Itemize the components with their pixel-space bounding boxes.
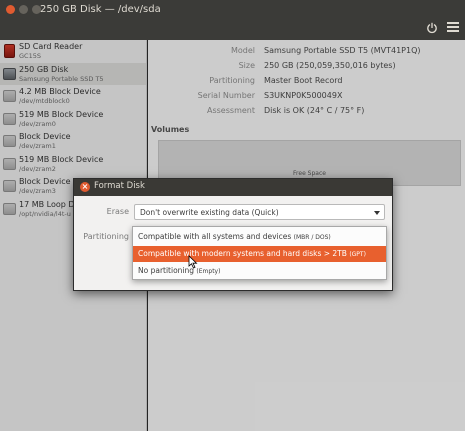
option-hint: (GPT) xyxy=(349,251,366,258)
option-label: Compatible with all systems and devices xyxy=(138,232,292,241)
option-hint: (MBR / DOS) xyxy=(293,234,331,241)
option-mbr-dos[interactable]: Compatible with all systems and devices … xyxy=(133,229,386,245)
chevron-down-icon xyxy=(374,211,380,215)
window-controls xyxy=(6,5,41,14)
erase-dropdown[interactable]: Don't overwrite existing data (Quick) xyxy=(134,204,385,220)
dialog-title-bar: × Format Disk xyxy=(74,179,392,196)
window-title: 250 GB Disk — /dev/sda xyxy=(40,4,161,15)
partitioning-dropdown-menu: Compatible with all systems and devices … xyxy=(132,226,387,280)
option-hint: (Empty) xyxy=(196,268,221,275)
dialog-close-button[interactable]: × xyxy=(80,182,90,192)
window-minimize-button[interactable] xyxy=(19,5,28,14)
erase-label: Erase xyxy=(106,207,129,216)
mouse-pointer-icon xyxy=(188,255,198,269)
option-label: No partitioning xyxy=(138,266,195,275)
erase-selected-value: Don't overwrite existing data (Quick) xyxy=(140,208,279,217)
hamburger-menu-icon[interactable] xyxy=(447,20,459,34)
window-close-button[interactable] xyxy=(6,5,15,14)
partitioning-label: Partitioning xyxy=(83,232,129,241)
option-no-partitioning[interactable]: No partitioning (Empty) xyxy=(133,263,386,279)
option-gpt[interactable]: Compatible with modern systems and hard … xyxy=(133,246,386,262)
option-label: Compatible with modern systems and hard … xyxy=(138,249,347,258)
dialog-title: Format Disk xyxy=(94,181,145,191)
power-icon[interactable] xyxy=(426,22,438,34)
title-bar: 250 GB Disk — /dev/sda xyxy=(0,0,465,40)
